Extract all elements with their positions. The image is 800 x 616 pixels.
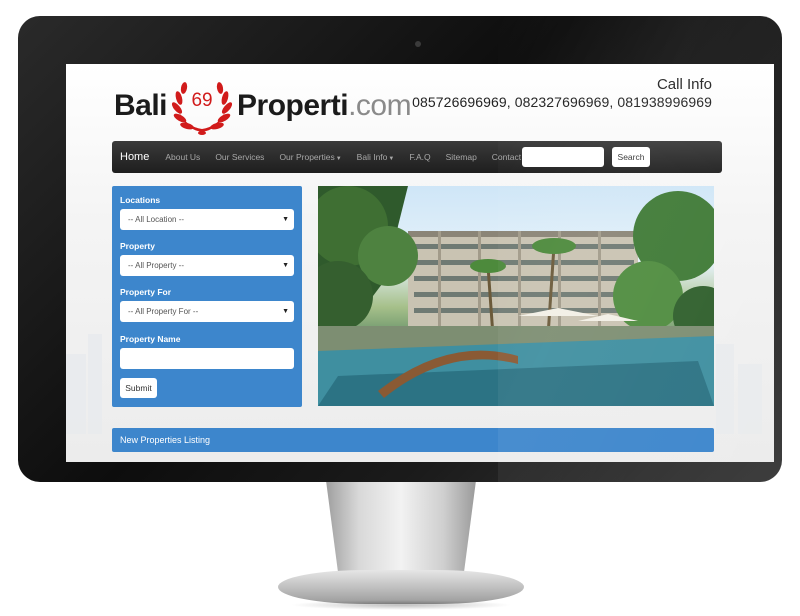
main-navbar: Home About Us Our Services Our Propertie…: [112, 141, 722, 173]
camera-dot: [415, 41, 421, 47]
monitor-stand-base: [278, 570, 524, 604]
laurel-badge-icon: 69: [169, 76, 235, 136]
monitor-shadow: [290, 600, 512, 610]
nav-item-label: Bali Info: [356, 152, 388, 162]
nav-item-label: About Us: [165, 152, 201, 162]
call-info-phones: 085726696969, 082327696969, 081938996969: [412, 94, 712, 110]
nav-item-bali-info[interactable]: Bali Info▼: [357, 152, 395, 162]
website-screen: Bali 69 Properti .com Call Info 08572669…: [66, 64, 774, 462]
nav-item-sitemap[interactable]: Sitemap: [446, 152, 477, 162]
monitor-frame: Bali 69 Properti .com Call Info 08572669…: [18, 16, 782, 482]
call-info-title: Call Info: [656, 76, 712, 93]
search-input[interactable]: [522, 147, 604, 167]
site-logo[interactable]: Bali 69 Properti .com: [114, 76, 412, 136]
caret-down-icon: ▼: [282, 262, 289, 269]
search-button[interactable]: Search: [612, 147, 650, 167]
property-search-panel: Locations -- All Location -- ▼ Property …: [112, 186, 302, 407]
nav-item-label: Our Services: [215, 152, 265, 162]
nav-item-label: Our Properties: [279, 152, 335, 162]
caret-down-icon: ▼: [388, 156, 395, 162]
submit-button[interactable]: Submit: [120, 378, 157, 398]
property-for-select-value: -- All Property For --: [128, 307, 199, 316]
nav-item-label: Sitemap: [445, 152, 477, 162]
caret-down-icon: ▼: [282, 216, 289, 223]
nav-item-home[interactable]: Home: [120, 151, 149, 163]
caret-down-icon: ▼: [335, 156, 342, 162]
locations-label: Locations: [120, 195, 161, 205]
nav-item-our-services[interactable]: Our Services: [215, 152, 264, 162]
logo-text-com: .com: [348, 89, 412, 122]
nav-item-faq[interactable]: F.A.Q: [409, 152, 430, 162]
nav-item-our-properties[interactable]: Our Properties▼: [279, 152, 341, 162]
resort-hero-image: [318, 186, 714, 406]
nav-item-label: F.A.Q: [409, 152, 431, 162]
logo-badge-number: 69: [191, 90, 213, 111]
property-name-label: Property Name: [120, 334, 181, 344]
property-label: Property: [120, 241, 155, 251]
property-select[interactable]: -- All Property -- ▼: [120, 255, 294, 276]
locations-select[interactable]: -- All Location -- ▼: [120, 209, 294, 230]
call-info: Call Info 085726696969, 082327696969, 08…: [412, 76, 712, 110]
caret-down-icon: ▼: [282, 308, 289, 315]
locations-select-value: -- All Location --: [128, 215, 185, 224]
nav-item-about-us[interactable]: About Us: [165, 152, 200, 162]
nav-item-label: Home: [120, 151, 150, 163]
property-for-select[interactable]: -- All Property For -- ▼: [120, 301, 294, 322]
property-select-value: -- All Property --: [128, 261, 185, 270]
new-properties-listing-header: New Properties Listing: [112, 428, 714, 452]
property-for-label: Property For: [120, 287, 172, 297]
logo-text-properti: Properti: [237, 89, 349, 122]
logo-text-bali: Bali: [114, 89, 168, 122]
property-name-input[interactable]: [120, 348, 294, 369]
